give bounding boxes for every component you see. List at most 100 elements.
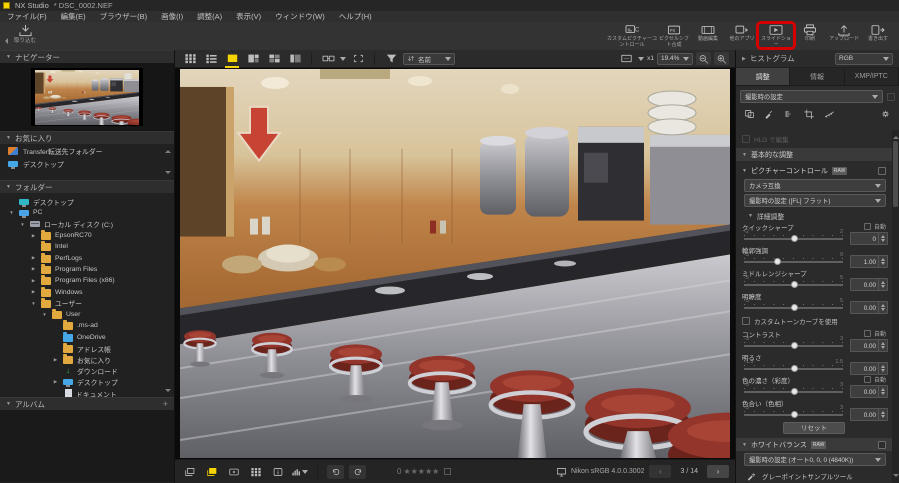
tree-item[interactable]: ▼PC: [0, 207, 174, 218]
navigator-thumbnail[interactable]: [31, 68, 143, 126]
menu-item[interactable]: ファイル(F): [0, 11, 54, 22]
chevron-down-icon[interactable]: [340, 57, 346, 64]
rating-control[interactable]: 0 ★★★★★: [397, 467, 451, 476]
slider-thumb[interactable]: [791, 304, 798, 311]
focus-point-button[interactable]: [225, 465, 242, 479]
rating-stars[interactable]: ★★★★★: [403, 467, 439, 476]
menu-item[interactable]: 調整(A): [190, 11, 229, 22]
undo-button[interactable]: [327, 465, 344, 479]
straighten-icon[interactable]: [824, 109, 835, 119]
expand-right-icon[interactable]: ▶: [30, 289, 37, 295]
tab-XMP/IPTC[interactable]: XMP/IPTC: [845, 68, 899, 85]
tree-item[interactable]: ▶デスクトップ: [0, 377, 174, 388]
tree-item[interactable]: デスクトップ: [0, 196, 174, 207]
filter-button[interactable]: [382, 52, 400, 66]
expand-right-icon[interactable]: ▶: [30, 278, 37, 284]
basic-adjustments-header[interactable]: ▼ 基本的な調整: [736, 148, 892, 161]
expand-down-icon[interactable]: ▼: [19, 222, 26, 227]
expand-right-icon[interactable]: ▶: [52, 379, 59, 385]
filmstrip-toggle-button[interactable]: [203, 465, 220, 479]
tree-item[interactable]: ▼ローカル ディスク (C:): [0, 219, 174, 230]
albums-header[interactable]: ▼ アルバム +: [0, 397, 174, 410]
slider-thumb[interactable]: [774, 258, 781, 265]
settings-gear-icon[interactable]: [880, 109, 891, 119]
tree-item[interactable]: ▶Program Files: [0, 264, 174, 275]
expand-right-icon[interactable]: ▶: [30, 255, 37, 261]
tree-item[interactable]: OneDrive: [0, 332, 174, 343]
collapse-left-panel-icon[interactable]: [2, 38, 8, 44]
compare-button[interactable]: [319, 52, 337, 66]
slider-thumb[interactable]: [791, 342, 798, 349]
paste-adjustments-icon[interactable]: [764, 109, 775, 119]
adjustment-list-icon[interactable]: [784, 109, 795, 119]
slider-thumb[interactable]: [791, 388, 798, 395]
scrollbar-thumb[interactable]: [893, 141, 898, 207]
image-viewer[interactable]: [175, 68, 735, 459]
histogram-header[interactable]: ▶ ヒストグラム RGB: [736, 50, 899, 68]
histogram-overlay-button[interactable]: [291, 465, 308, 479]
reset-button[interactable]: リセット: [783, 422, 845, 434]
menu-item[interactable]: 編集(E): [54, 11, 93, 22]
scroll-down-icon[interactable]: [165, 171, 171, 177]
menu-item[interactable]: 画像(I): [154, 11, 190, 22]
menu-item[interactable]: ブラウザー(B): [93, 11, 155, 22]
other-app-button[interactable]: 他のアプリ: [725, 24, 759, 43]
expand-down-icon[interactable]: ▼: [30, 301, 37, 306]
tree-item[interactable]: .ms-ad: [0, 320, 174, 331]
white-balance-checkbox[interactable]: [878, 441, 886, 449]
star-icon[interactable]: ★: [411, 467, 418, 476]
detail-adjust-header[interactable]: ▼ 詳細調整: [748, 211, 892, 221]
expand-right-icon[interactable]: ▶: [30, 266, 37, 272]
scroll-up-icon[interactable]: [893, 133, 899, 139]
tree-item[interactable]: ▶Program Files (x86): [0, 275, 174, 286]
slider-track[interactable]: [744, 261, 843, 263]
stepper[interactable]: [878, 386, 887, 397]
picture-control-engine-select[interactable]: カメラ互換: [744, 179, 886, 192]
rating-zero[interactable]: 0: [397, 467, 401, 476]
gray-point-tool[interactable]: グレーポイントサンプルツール: [746, 470, 892, 481]
info-overlay-button[interactable]: [269, 465, 286, 479]
picture-control-preset-select[interactable]: 撮影時の設定 ([FL] フラット): [744, 194, 886, 207]
histogram-channel-select[interactable]: RGB: [835, 53, 893, 65]
value-box[interactable]: 0.00: [850, 408, 888, 421]
thumbnail-toggle-button[interactable]: [181, 465, 198, 479]
import-button[interactable]: 取り込む: [14, 24, 36, 44]
upload-button[interactable]: アップロード: [827, 24, 861, 43]
tree-item[interactable]: ドキュメント: [0, 388, 174, 397]
preset-checkbox[interactable]: [887, 93, 895, 101]
custom-tone-checkbox[interactable]: [742, 317, 750, 325]
scroll-down-icon[interactable]: [893, 474, 899, 480]
export-button[interactable]: 書き出す: [861, 24, 895, 43]
expand-down-icon[interactable]: ▼: [41, 312, 48, 317]
hlg-checkbox[interactable]: [742, 135, 750, 143]
favorite-item[interactable]: Transfer転送先フォルダー: [0, 144, 174, 157]
next-image-button[interactable]: ›: [707, 465, 729, 478]
stepper[interactable]: [878, 340, 887, 351]
stepper[interactable]: [878, 256, 887, 267]
expand-right-icon[interactable]: ▶: [30, 233, 37, 239]
slider-track[interactable]: [744, 284, 843, 286]
stepper[interactable]: [878, 279, 887, 290]
folders-header[interactable]: ▼ フォルダー: [0, 180, 174, 193]
zoom-in-button[interactable]: [714, 52, 729, 65]
tree-item[interactable]: ▶お気に入り: [0, 354, 174, 365]
white-balance-preset-select[interactable]: 撮影時の設定 (オート0, 0, 0 (4840K)): [744, 453, 886, 466]
print-button[interactable]: 印刷: [793, 24, 827, 43]
menu-item[interactable]: 表示(V): [229, 11, 268, 22]
expand-down-icon[interactable]: ▼: [8, 210, 15, 215]
video-edit-button[interactable]: 動画編集: [691, 24, 725, 43]
value-box[interactable]: 0.00: [850, 301, 888, 314]
split-4up-view-button[interactable]: [265, 52, 283, 66]
slideshow-button[interactable]: スライドショー: [759, 24, 793, 48]
white-balance-header[interactable]: ▼ ホワイトバランス RAW: [736, 438, 892, 451]
slider-thumb[interactable]: [791, 411, 798, 418]
stepper[interactable]: [878, 302, 887, 313]
tree-item[interactable]: ▶PerfLogs: [0, 252, 174, 263]
crop-icon[interactable]: [804, 109, 815, 119]
tree-item[interactable]: ↓ダウンロード: [0, 365, 174, 376]
auto-checkbox[interactable]: [864, 223, 871, 230]
picture-control-checkbox[interactable]: [878, 167, 886, 175]
list-view-button[interactable]: [202, 52, 220, 66]
slider-track[interactable]: [744, 345, 843, 347]
panel-scrollbar[interactable]: [892, 130, 899, 483]
